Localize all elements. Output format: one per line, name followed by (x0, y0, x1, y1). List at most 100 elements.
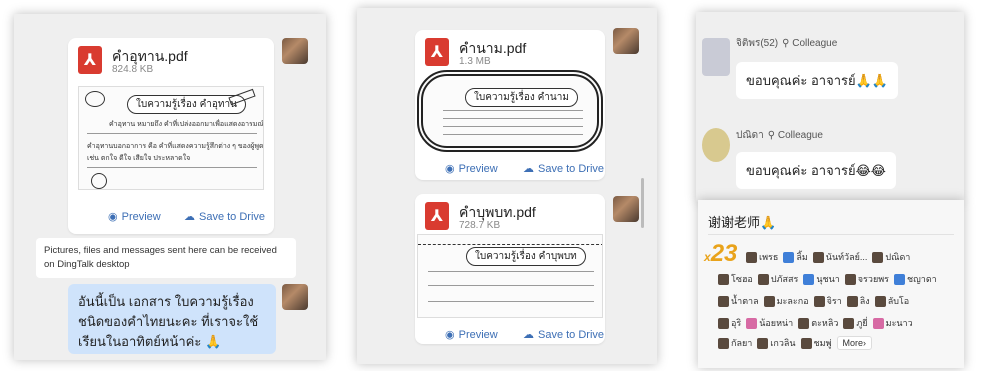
pdf-icon: ⅄ (78, 46, 102, 74)
pdf-icon: ⅄ (425, 202, 449, 230)
liker-item[interactable]: เกวลิน (757, 336, 796, 350)
liker-avatar (757, 337, 769, 349)
liker-avatar (757, 273, 769, 285)
liker-item[interactable]: โซฮอ (718, 272, 753, 286)
file-card-kambuppabot[interactable]: ⅄ คำบุพบท.pdf 728.7 KB ใบความรู้เรื่อง ค… (415, 194, 605, 344)
sender-avatar[interactable] (613, 196, 639, 222)
sheet-divider (443, 118, 583, 119)
liker-avatar (872, 251, 884, 263)
liker-avatar (718, 337, 729, 349)
sheet-divider (443, 126, 583, 127)
liker-avatar (718, 317, 729, 329)
chat-panel-2: ⅄ คำนาม.pdf 1.3 MB ใบความรู้เรื่อง คำนาม… (357, 8, 657, 364)
liker-item[interactable]: ภูยี่ (843, 316, 868, 330)
file-preview-thumbnail[interactable]: ใบความรู้เรื่อง คำอุทาน คำอุทาน หมายถึง … (78, 86, 264, 190)
liker-avatar (844, 273, 856, 285)
file-card-kamutan[interactable]: ⅄ คำอุทาน.pdf 824.8 KB ใบความรู้เรื่อง ค… (68, 38, 274, 234)
liker-avatar (746, 317, 758, 329)
file-preview-thumbnail[interactable]: ใบความรู้เรื่อง คำนาม (417, 70, 603, 152)
sender-name: ปณิดา ⚲ Colleague (736, 130, 823, 141)
liker-item[interactable]: อุริ (718, 316, 741, 330)
preview-button[interactable]: ◉ Preview (445, 328, 498, 342)
like-row: เพรธ ลิ้ม นันท์วัลย์... ปณิดา (746, 250, 910, 264)
liker-avatar (800, 337, 812, 349)
liker-item[interactable]: ปณิดา (872, 250, 910, 264)
liker-avatar (846, 295, 858, 307)
like-row: น้ำตาล มะละกอ จิรา ลิง ลับโอ (718, 294, 909, 308)
liker-item[interactable]: จิรา (813, 294, 842, 308)
liker-item[interactable]: มะนาว (872, 316, 913, 330)
colleague-tag: ⚲ Colleague (767, 130, 823, 141)
liker-item[interactable]: เพรธ (746, 250, 778, 264)
sender-avatar[interactable] (282, 284, 308, 310)
chat-panel-1: ⅄ คำอุทาน.pdf 824.8 KB ใบความรู้เรื่อง ค… (14, 14, 326, 360)
sender-avatar[interactable] (613, 28, 639, 54)
liker-item[interactable]: ลิ้ม (783, 250, 808, 264)
sender-avatar[interactable] (282, 38, 308, 64)
liker-item[interactable]: นันท์วัลย์... (812, 250, 867, 264)
pdf-icon: ⅄ (425, 38, 449, 66)
cloud-save-icon: ☁ (184, 211, 195, 223)
sheet-divider (443, 134, 583, 135)
like-row: โซฮอ ปภัสสร นุชนา จรวยพร ชญาดา (718, 272, 937, 286)
file-preview-thumbnail[interactable]: ใบความรู้เรื่อง คำบุพบท (417, 234, 603, 318)
sheet-divider (428, 271, 594, 272)
sender-name: จิติพร(52) ⚲ Colleague (736, 38, 838, 49)
cloud-doodle-icon (85, 91, 105, 107)
file-card-kamnam[interactable]: ⅄ คำนาม.pdf 1.3 MB ใบความรู้เรื่อง คำนาม… (415, 30, 605, 180)
liker-item[interactable]: น้ำตาล (718, 294, 759, 308)
sheet-divider (443, 110, 583, 111)
sender-avatar[interactable] (702, 128, 730, 162)
file-size: 824.8 KB (112, 64, 154, 75)
liker-avatar (718, 273, 729, 285)
thanks-message: 谢谢老师🙏 (708, 215, 777, 230)
liker-avatar (718, 295, 729, 307)
message-bubble[interactable]: อันนี้เป็น เอกสาร ใบความรู้เรื่อง ชนิดขอ… (68, 284, 276, 354)
liker-item[interactable]: มะละกอ (763, 294, 809, 308)
liker-item[interactable]: กัลยา (718, 336, 752, 350)
sheet-divider (87, 167, 257, 168)
message-bubble[interactable]: ขอบคุณค่ะ อาจารย์😂😂 (736, 152, 896, 189)
sheet-text-line: คำอุทานบอกอาการ คือ คำที่แสดงความรู้สึกต… (87, 143, 264, 150)
liker-avatar (874, 295, 886, 307)
like-count: x23 (704, 240, 738, 267)
liker-item[interactable]: น้อยหน่า (746, 316, 793, 330)
file-size: 1.3 MB (459, 56, 491, 67)
liker-item[interactable]: ลับโอ (874, 294, 909, 308)
message-bubble[interactable]: ขอบคุณค่ะ อาจารย์🙏🙏 (736, 62, 898, 99)
liker-avatar (783, 251, 795, 263)
likes-panel: 谢谢老师🙏 x23 เพรธ ลิ้ม นันท์วัลย์... ปณิดา … (698, 200, 964, 368)
liker-item[interactable]: ลิง (846, 294, 870, 308)
eye-icon: ◉ (108, 211, 118, 223)
save-to-drive-button[interactable]: ☁ Save to Drive (523, 162, 604, 176)
sheet-divider (87, 133, 257, 134)
eye-icon: ◉ (445, 329, 455, 341)
scrollbar[interactable] (641, 178, 644, 228)
worksheet-title: ใบความรู้เรื่อง คำนาม (465, 88, 578, 107)
liker-item[interactable]: นุชนา (803, 272, 840, 286)
preview-button[interactable]: ◉ Preview (108, 210, 161, 224)
chat-panel-3: จิติพร(52) ⚲ Colleague ขอบคุณค่ะ อาจารย์🙏… (696, 12, 964, 202)
preview-button[interactable]: ◉ Preview (445, 162, 498, 176)
sheet-divider (428, 301, 594, 302)
more-button[interactable]: More› (836, 336, 873, 350)
liker-avatar (813, 295, 825, 307)
file-size: 728.7 KB (459, 220, 501, 231)
sheet-divider (428, 285, 594, 286)
worksheet-title: ใบความรู้เรื่อง คำบุพบท (466, 247, 586, 266)
liker-item[interactable]: ปภัสสร (757, 272, 798, 286)
like-row: อุริ น้อยหน่า ตะหลิว ภูยี่ มะนาว (718, 316, 913, 330)
sender-avatar[interactable] (702, 38, 730, 76)
liker-item[interactable]: ตะหลิว (798, 316, 838, 330)
cloud-save-icon: ☁ (523, 329, 534, 341)
liker-item[interactable]: จรวยพร (844, 272, 889, 286)
sheet-text-line: เช่น ตกใจ ดีใจ เสียใจ ประหลาดใจ (87, 155, 191, 162)
liker-item[interactable]: ชญาดา (893, 272, 937, 286)
clock-doodle-icon (91, 173, 107, 189)
liker-item[interactable]: ชมพู่ (800, 336, 832, 350)
liker-avatar (803, 273, 815, 285)
save-to-drive-button[interactable]: ☁ Save to Drive (184, 210, 265, 224)
system-message: Pictures, files and messages sent here c… (36, 238, 296, 278)
liker-avatar (798, 317, 810, 329)
save-to-drive-button[interactable]: ☁ Save to Drive (523, 328, 604, 342)
